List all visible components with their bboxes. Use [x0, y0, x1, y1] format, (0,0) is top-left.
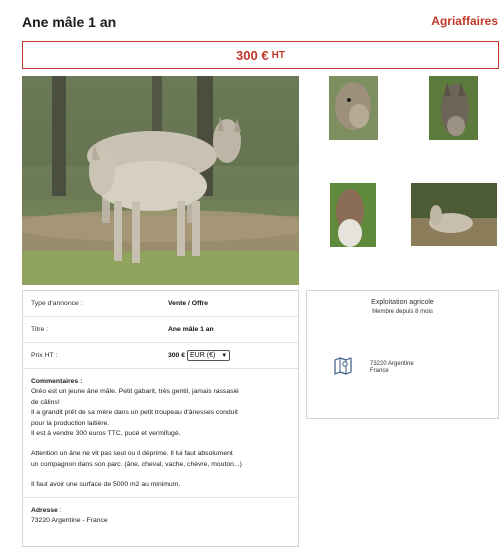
- detail-key: Type d'annonce :: [31, 300, 83, 307]
- detail-row-type: Type d'annonce : Vente / Offre: [23, 291, 298, 317]
- comment-line: de câlins!: [31, 398, 60, 406]
- thumbnail-1[interactable]: [329, 76, 378, 140]
- address-colon: :: [57, 506, 62, 514]
- detail-value-price: 300 € EUR (€) ▼: [168, 350, 231, 361]
- thumbnail-3[interactable]: [330, 183, 376, 247]
- price-value: 300 €: [168, 352, 186, 359]
- comment-line: un compagnon dans son parc. (âne, cheval…: [31, 460, 242, 468]
- detail-row-price: Prix HT : 300 € EUR (€) ▼: [23, 343, 298, 369]
- seller-type: Exploitation agricole: [371, 299, 434, 306]
- detail-value: Ane mâle 1 an: [168, 326, 214, 333]
- comment-line: pour la production laitière.: [31, 419, 110, 427]
- main-photo[interactable]: [22, 76, 299, 285]
- address-section: Adresse : 73220 Argentine - France: [23, 498, 298, 534]
- address-value: 73220 Argentine - France: [31, 516, 108, 524]
- price-banner: 300 € HT: [22, 41, 499, 69]
- comment-line: Attention un âne ne vit pas seul ou il d…: [31, 450, 233, 458]
- detail-row-title: Titre : Ane mâle 1 an: [23, 317, 298, 343]
- chevron-down-icon: ▼: [221, 352, 228, 359]
- thumbnail-4[interactable]: [411, 183, 497, 246]
- price-amount: 300 €: [236, 47, 269, 63]
- listing-details: Type d'annonce : Vente / Offre Titre : A…: [22, 290, 299, 547]
- comments-section: Commentaires : Oréo est un jeune âne mâl…: [23, 369, 298, 498]
- detail-value: Vente / Offre: [168, 300, 209, 307]
- detail-key: Prix HT :: [31, 352, 58, 359]
- comment-line: Il faut avoir une surface de 5000 m2 au …: [31, 481, 181, 489]
- currency-select-value: EUR (€): [190, 352, 216, 359]
- brand-logo[interactable]: Agriaffaires: [431, 14, 498, 28]
- map-icon: [333, 356, 353, 376]
- seller-address-line1: 73220 Argentine: [370, 361, 414, 367]
- price-tax-label: HT: [271, 49, 285, 61]
- thumbnail-2[interactable]: [429, 76, 478, 140]
- seller-card: Exploitation agricole Membre depuis 8 mo…: [306, 290, 499, 419]
- detail-key: Titre :: [31, 326, 49, 333]
- currency-select[interactable]: EUR (€) ▼: [187, 350, 231, 361]
- seller-address-line2: France: [370, 368, 389, 374]
- comment-line: Il a grandit prêt de sa mère dans un pet…: [31, 409, 238, 417]
- comment-line: Il est à vendre 300 euros TTC, pucé et v…: [31, 430, 181, 438]
- comments-label: Commentaires :: [31, 378, 83, 385]
- seller-member-since: Membre depuis 8 mois: [372, 309, 433, 315]
- comment-line: Oréo est un jeune âne mâle. Petit gabari…: [31, 388, 239, 396]
- seller-address: 73220 Argentine France: [370, 361, 414, 375]
- address-label: Adresse: [31, 506, 58, 514]
- listing-title: Ane mâle 1 an: [22, 14, 117, 30]
